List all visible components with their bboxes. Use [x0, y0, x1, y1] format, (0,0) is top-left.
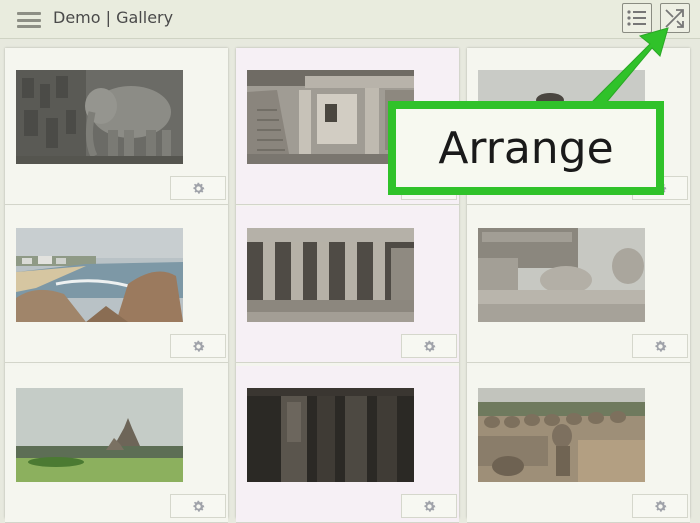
gear-icon [193, 182, 205, 194]
gallery-tile[interactable] [236, 366, 459, 523]
gallery-tile[interactable] [5, 48, 228, 205]
tile-settings-button[interactable] [401, 334, 457, 358]
tile-settings-button[interactable] [401, 494, 457, 518]
gallery-tile[interactable] [467, 366, 690, 523]
arrange-callout-box: Arrange [396, 109, 656, 187]
tile-settings-button[interactable] [170, 176, 226, 200]
shuffle-arrange-icon [665, 9, 684, 28]
top-bar: Demo | Gallery [0, 0, 700, 39]
thumbnail-elephant-relief[interactable] [16, 70, 183, 164]
gallery-tile[interactable] [5, 366, 228, 523]
gallery-column-1 [5, 48, 228, 523]
tile-settings-button[interactable] [170, 494, 226, 518]
thumbnail-shore-temple[interactable] [16, 388, 183, 482]
arrange-callout: Arrange [388, 101, 664, 195]
arrange-callout-label: Arrange [438, 122, 614, 174]
list-view-button[interactable] [622, 3, 652, 33]
page-title: Demo | Gallery [53, 8, 174, 27]
gallery-tile[interactable] [5, 206, 228, 363]
thumbnail-pillared-mandapa[interactable] [247, 228, 414, 322]
tile-settings-button[interactable] [632, 334, 688, 358]
gear-icon [193, 340, 205, 352]
tile-settings-button[interactable] [632, 494, 688, 518]
gear-icon [424, 340, 436, 352]
thumbnail-carved-pillars[interactable] [247, 388, 414, 482]
gear-icon [655, 340, 667, 352]
hamburger-menu-icon[interactable] [17, 12, 41, 28]
gallery-tile[interactable] [236, 206, 459, 363]
list-view-icon [627, 10, 646, 26]
thumbnail-nandi-statues[interactable] [478, 388, 645, 482]
tile-settings-button[interactable] [170, 334, 226, 358]
arrange-button[interactable] [660, 3, 690, 33]
thumbnail-stone-lions[interactable] [478, 228, 645, 322]
gallery-tile[interactable] [467, 206, 690, 363]
thumbnail-beach[interactable] [16, 228, 183, 322]
